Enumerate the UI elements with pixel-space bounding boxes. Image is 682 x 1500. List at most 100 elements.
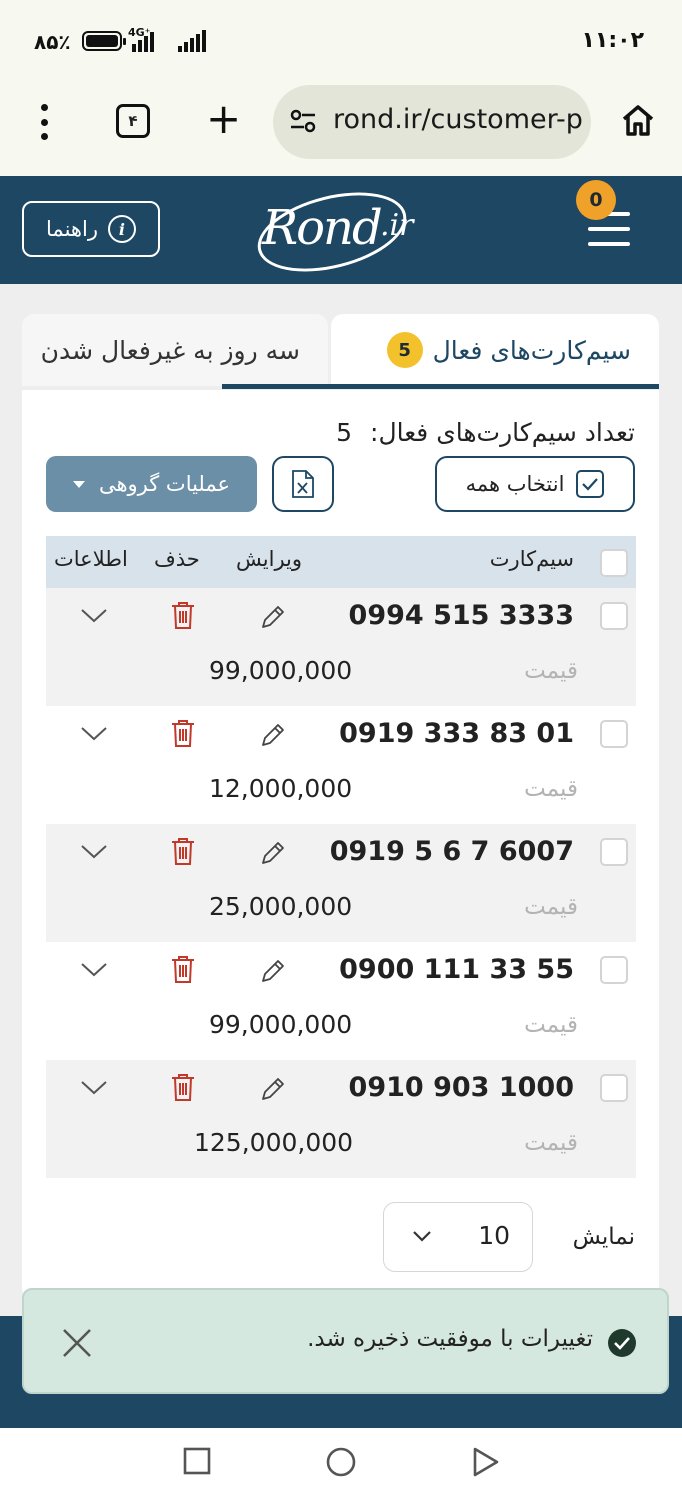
active-count-line: تعداد سیم‌کارت‌های فعال: 5 xyxy=(336,418,635,447)
sim-number: 0994 515 3333 xyxy=(348,600,574,631)
toast-message: تغییرات با موفقیت ذخیره شد. xyxy=(307,1326,593,1352)
active-count-value: 5 xyxy=(336,418,353,447)
header-edit: ویرایش xyxy=(236,547,303,571)
battery-icon xyxy=(82,31,126,51)
chevron-down-icon[interactable] xyxy=(80,960,108,980)
price-value: 99,000,000 xyxy=(209,1010,353,1039)
tab-expiring[interactable]: سه روز به غیرفعال شدن xyxy=(22,314,328,386)
header-info: اطلاعات xyxy=(54,547,128,571)
tab-expiring-label: سه روز به غیرفعال شدن xyxy=(40,335,300,365)
active-count-label: تعداد سیم‌کارت‌های فعال: xyxy=(370,418,635,447)
header-checkbox[interactable] xyxy=(600,549,628,577)
tab-active-label: سیم‌کارت‌های فعال xyxy=(432,335,631,365)
chevron-down-icon[interactable] xyxy=(80,842,108,862)
tab-count-badge: 5 xyxy=(386,332,423,368)
site-header: راهنما i Rond .ir 0 xyxy=(0,176,682,286)
browser-menu-icon[interactable] xyxy=(34,104,54,140)
table-row: 0919 5 6 7 6007 قیمت 25,000,000 xyxy=(46,824,636,942)
header-delete: حذف xyxy=(154,547,200,571)
info-icon: i xyxy=(107,215,136,243)
trash-icon[interactable] xyxy=(170,1072,196,1102)
row-checkbox[interactable] xyxy=(600,1074,628,1102)
pencil-icon[interactable] xyxy=(258,838,288,868)
home-icon[interactable] xyxy=(620,102,656,138)
pencil-icon[interactable] xyxy=(258,720,288,750)
excel-file-icon xyxy=(292,470,314,498)
status-bar: ۸۵٪ 4G⁺ ۱۱:۰۲ xyxy=(0,0,682,84)
price-value: 25,000,000 xyxy=(209,892,353,921)
excel-export-button[interactable] xyxy=(272,456,334,512)
table-row: 0994 515 3333 قیمت 99,000,000 xyxy=(46,588,636,706)
bulk-actions-label: عملیات گروهی xyxy=(98,472,231,496)
close-icon[interactable] xyxy=(60,1326,94,1360)
table-row: 0910 903 1000 قیمت 125,000,000 xyxy=(46,1060,636,1178)
price-value: 99,000,000 xyxy=(209,656,353,685)
bulk-actions-dropdown[interactable]: عملیات گروهی xyxy=(46,456,257,512)
price-label: قیمت xyxy=(524,894,578,920)
browser-toolbar: ۴ + rond.ir/customer-p xyxy=(0,84,682,176)
price-label: قیمت xyxy=(524,1130,578,1156)
logo-word: Rond xyxy=(262,200,383,256)
notification-badge: 0 xyxy=(576,180,616,220)
price-value: 12,000,000 xyxy=(209,774,353,803)
row-checkbox[interactable] xyxy=(600,956,628,984)
pencil-icon[interactable] xyxy=(258,602,288,632)
per-page-select[interactable]: 10 xyxy=(383,1202,533,1272)
tab-active-sims[interactable]: سیم‌کارت‌های فعال 5 xyxy=(331,314,659,386)
chevron-down-icon[interactable] xyxy=(80,1078,108,1098)
signal-icon xyxy=(132,28,154,52)
select-all-button[interactable]: انتخاب همه xyxy=(435,456,635,512)
price-label: قیمت xyxy=(524,1012,578,1038)
new-tab-icon[interactable]: + xyxy=(206,98,241,140)
signal-icon-2 xyxy=(178,28,206,52)
sim-list-card: تعداد سیم‌کارت‌های فعال: 5 انتخاب همه عم… xyxy=(22,390,659,1300)
pencil-icon[interactable] xyxy=(258,1074,288,1104)
system-nav-bar xyxy=(0,1428,682,1500)
trash-icon[interactable] xyxy=(170,600,196,630)
logo-tld: .ir xyxy=(380,208,414,243)
caret-down-icon xyxy=(72,480,85,488)
back-icon[interactable] xyxy=(470,1446,500,1478)
header-sim: سیم‌کارت xyxy=(489,547,574,571)
table-row: 0919 333 83 01 قیمت 12,000,000 xyxy=(46,706,636,824)
sim-number: 0900 111 33 55 xyxy=(339,954,574,985)
recents-icon[interactable] xyxy=(182,1446,212,1476)
row-checkbox[interactable] xyxy=(600,602,628,630)
sim-number: 0919 5 6 7 6007 xyxy=(329,836,574,867)
home-nav-icon[interactable] xyxy=(325,1446,357,1478)
url-text: rond.ir/customer-p xyxy=(333,104,583,135)
per-page-label: نمایش xyxy=(572,1224,635,1250)
address-bar[interactable]: rond.ir/customer-p xyxy=(273,85,591,159)
tab-bar: سه روز به غیرفعال شدن سیم‌کارت‌های فعال … xyxy=(22,314,659,390)
battery-percent: ۸۵٪ xyxy=(34,30,71,54)
select-all-label: انتخاب همه xyxy=(465,472,565,496)
tab-indicator xyxy=(222,384,659,389)
trash-icon[interactable] xyxy=(170,718,196,748)
success-toast: تغییرات با موفقیت ذخیره شد. xyxy=(22,1288,669,1394)
sim-table: سیم‌کارت ویرایش حذف اطلاعات 0994 515 333… xyxy=(46,536,636,1178)
trash-icon[interactable] xyxy=(170,836,196,866)
help-label: راهنما xyxy=(46,217,98,241)
tab-switcher-button[interactable]: ۴ xyxy=(116,104,150,138)
row-checkbox[interactable] xyxy=(600,838,628,866)
checkbox-checked-icon xyxy=(576,470,605,498)
price-value: 125,000,000 xyxy=(194,1128,354,1157)
clock: ۱۱:۰۲ xyxy=(581,28,644,53)
table-row: 0900 111 33 55 قیمت 99,000,000 xyxy=(46,942,636,1060)
table-header: سیم‌کارت ویرایش حذف اطلاعات xyxy=(46,536,636,588)
chevron-down-icon[interactable] xyxy=(80,606,108,626)
help-button[interactable]: راهنما i xyxy=(22,201,160,257)
site-logo[interactable]: Rond .ir xyxy=(249,178,442,286)
trash-icon[interactable] xyxy=(170,954,196,984)
chevron-down-icon[interactable] xyxy=(80,724,108,744)
row-checkbox[interactable] xyxy=(600,720,628,748)
sim-number: 0919 333 83 01 xyxy=(339,718,574,749)
sim-number: 0910 903 1000 xyxy=(348,1072,574,1103)
chevron-down-icon xyxy=(413,1231,431,1242)
pencil-icon[interactable] xyxy=(258,956,288,986)
check-circle-icon xyxy=(608,1329,636,1357)
site-settings-icon[interactable] xyxy=(289,107,317,135)
price-label: قیمت xyxy=(524,776,578,802)
per-page-value: 10 xyxy=(478,1221,510,1250)
price-label: قیمت xyxy=(524,658,578,684)
